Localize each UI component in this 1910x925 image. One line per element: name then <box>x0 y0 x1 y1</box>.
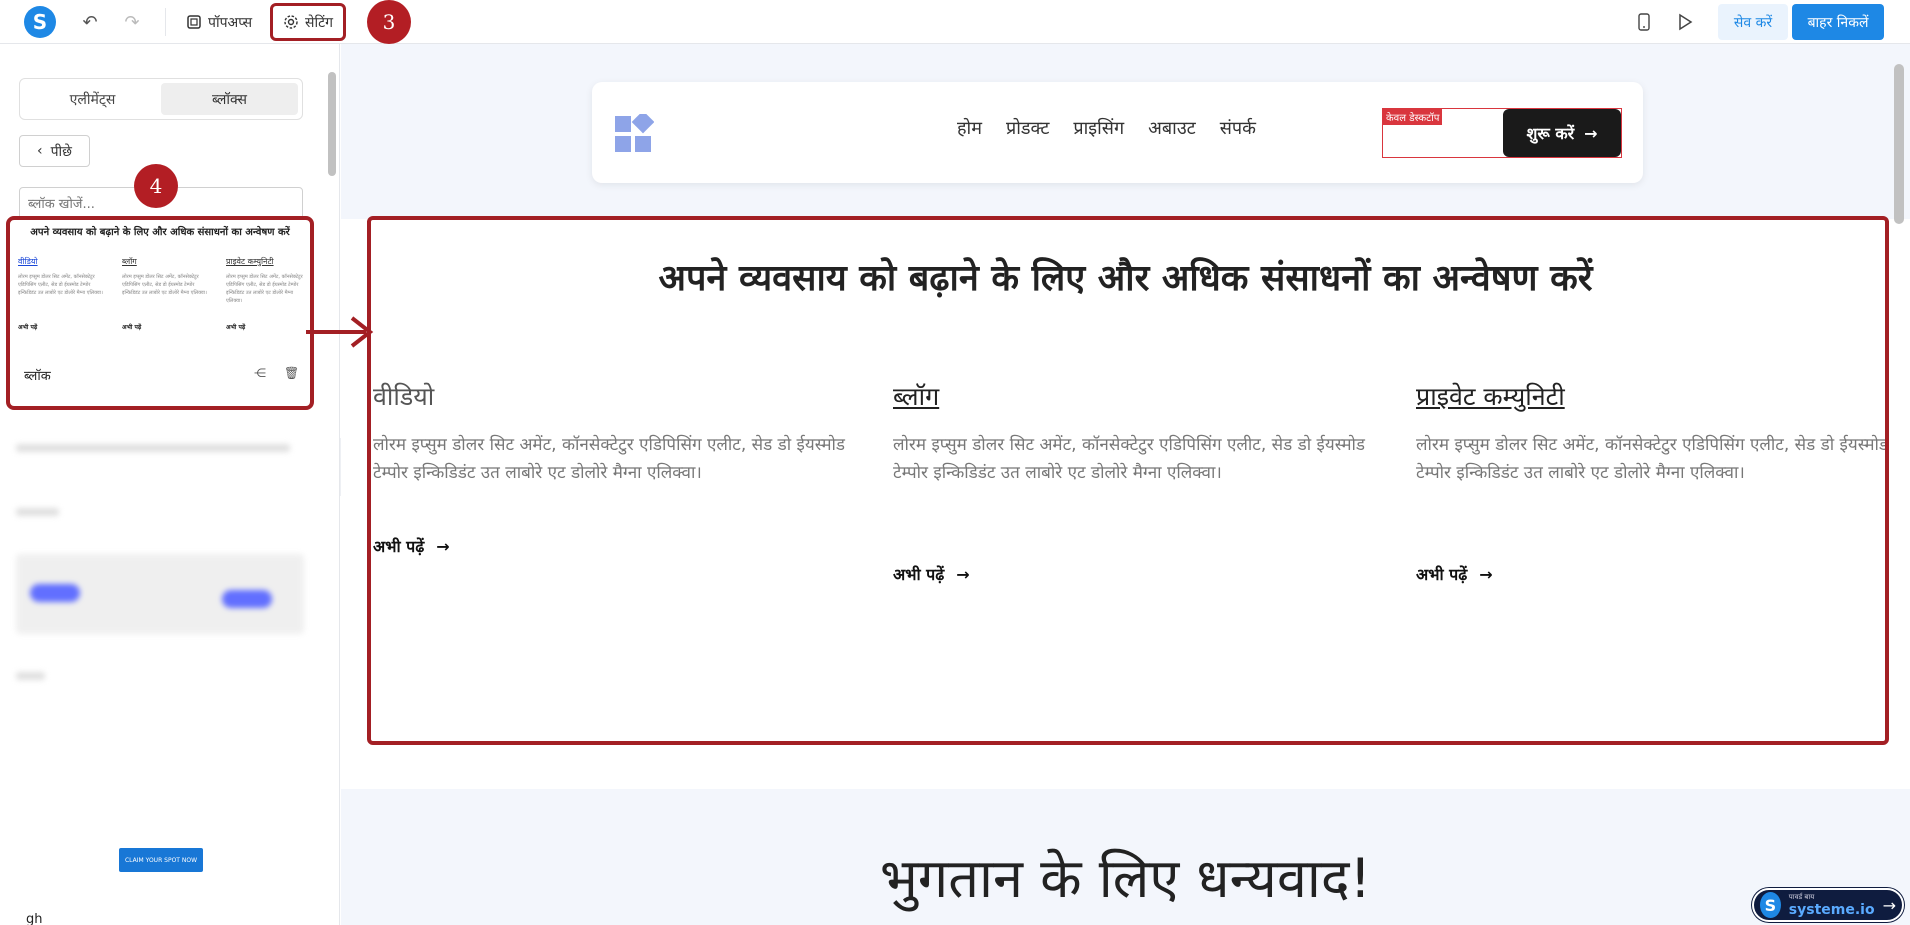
chevron-left-icon: ‹ <box>36 143 43 159</box>
thanks-heading: भुगतान के लिए धन्यवाद! <box>879 847 1372 910</box>
back-label: पीछे <box>50 143 72 160</box>
share-icon[interactable]: ⋲ <box>254 366 266 380</box>
block-card-highlighted[interactable]: अपने व्यवसाय को बढ़ाने के लिए और अधिक सं… <box>6 216 314 410</box>
blocks-sidebar: एलीमेंट्स ब्लॉक्स ‹ पीछे 4 अपने व्यवसाय … <box>0 44 340 925</box>
start-label: शुरू करें <box>1526 124 1575 143</box>
block-preview-title: अपने व्यवसाय को बढ़ाने के लिए और अधिक सं… <box>30 227 290 238</box>
popup-icon <box>187 15 201 29</box>
editor-canvas: होम प्रोडक्ट प्राइसिंग अबाउट संपर्क केवल… <box>341 44 1910 925</box>
settings-button[interactable]: सेटिंग <box>270 3 347 41</box>
gear-icon <box>284 15 298 29</box>
arrow-right-icon: → <box>1882 895 1896 915</box>
preview-play-icon[interactable] <box>1673 10 1697 34</box>
nav-link-pricing[interactable]: प्राइसिंग <box>1073 116 1124 140</box>
block-preview-col: प्राइवेट कम्युनिटी लोरम इप्सुम डोलर सिट … <box>226 256 308 331</box>
block-preview-text: लोरम इप्सुम डोलर सिट अमेंट, कॉनसेक्टेटुर… <box>18 274 103 296</box>
site-logo-icon <box>615 114 654 152</box>
block-preview-heading: प्राइवेट कम्युनिटी <box>226 257 274 266</box>
block-name-label: ब्लॉक <box>24 369 51 384</box>
claim-spot-button: CLAIM YOUR SPOT NOW <box>119 848 203 872</box>
nav-link-contact[interactable]: संपर्क <box>1220 116 1256 140</box>
arrow-right-icon: → <box>1584 123 1598 143</box>
block-preview-link: अभी पढ़ें <box>18 324 38 331</box>
tab-blocks[interactable]: ब्लॉक्स <box>161 83 298 115</box>
block-preview-col: वीडियो लोरम इप्सुम डोलर सिट अमेंट, कॉनसे… <box>18 256 108 331</box>
exit-button[interactable]: बाहर निकलें <box>1792 4 1884 40</box>
settings-label: सेटिंग <box>305 14 334 31</box>
nav-link-about[interactable]: अबाउट <box>1148 116 1196 140</box>
section-highlight-outline <box>367 216 1889 745</box>
block-preview-text: लोरम इप्सुम डोलर सिट अमेंट, कॉनसेक्टेटुर… <box>122 274 207 296</box>
popups-label: पॉपअप्स <box>208 14 253 31</box>
annotation-arrow-icon <box>306 316 374 348</box>
block-preview-text: लोरम इप्सुम डोलर सिट अमेंट, कॉनसेक्टेटुर… <box>226 274 303 304</box>
site-nav: होम प्रोडक्ट प्राइसिंग अबाउट संपर्क <box>957 116 1256 140</box>
systeme-logo-icon: S <box>1760 892 1781 918</box>
undo-icon[interactable]: ↶ <box>78 10 102 34</box>
step-4-badge: 4 <box>134 164 178 208</box>
block-preview-heading: ब्लॉग <box>122 257 137 266</box>
block-preview-link: अभी पढ़ें <box>122 324 142 331</box>
step-3-badge: 3 <box>367 0 411 44</box>
block-preview-heading: वीडियो <box>18 257 38 266</box>
tab-elements[interactable]: एलीमेंट्स <box>24 83 161 115</box>
block-preview-link: अभी पढ़ें <box>226 324 246 331</box>
nav-link-product[interactable]: प्रोडक्ट <box>1006 116 1049 140</box>
desktop-only-wrapper[interactable]: केवल डेस्कटॉप शुरू करें → <box>1382 108 1622 158</box>
redo-icon[interactable]: ↷ <box>120 10 144 34</box>
mobile-view-icon[interactable] <box>1632 10 1656 34</box>
desktop-only-tag: केवल डेस्कटॉप <box>1383 109 1443 125</box>
back-button[interactable]: ‹ पीछे <box>19 135 90 167</box>
toolbar-divider <box>165 8 166 36</box>
start-button[interactable]: शुरू करें → <box>1503 109 1621 157</box>
canvas-scrollbar[interactable] <box>1894 64 1904 224</box>
block-preview-col: ब्लॉग लोरम इप्सुम डोलर सिट अमेंट, कॉनसेक… <box>122 256 212 331</box>
app-logo[interactable]: S <box>24 6 56 38</box>
sidebar-scrollbar[interactable] <box>328 72 336 176</box>
powered-by-badge[interactable]: S पावर्ड बाय systeme.io → <box>1752 888 1904 922</box>
sidebar-tabs: एलीमेंट्स ब्लॉक्स <box>19 78 303 120</box>
nav-link-home[interactable]: होम <box>957 116 982 140</box>
save-button[interactable]: सेव करें <box>1718 4 1788 40</box>
powered-by-brand: systeme.io <box>1788 901 1875 918</box>
popups-button[interactable]: पॉपअप्स <box>176 6 262 38</box>
trash-icon[interactable]: 🗑 <box>284 366 299 380</box>
site-header[interactable]: होम प्रोडक्ट प्राइसिंग अबाउट संपर्क केवल… <box>592 82 1643 183</box>
top-toolbar: S ↶ ↷ पॉपअप्स सेटिंग 3 सेव करें बाहर निक… <box>0 0 1910 44</box>
block-name-label: gh <box>26 912 43 925</box>
powered-by-label: पावर्ड बाय <box>1788 892 1815 901</box>
